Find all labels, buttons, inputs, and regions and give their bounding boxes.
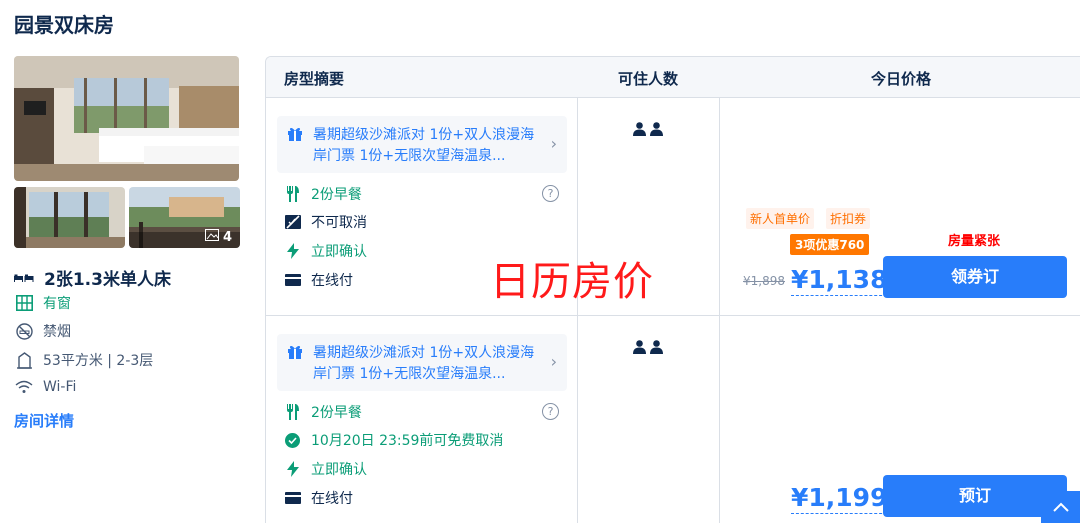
- card-icon: [284, 490, 301, 507]
- check-circle-icon: [284, 432, 301, 449]
- book-button[interactable]: 预订: [883, 475, 1067, 517]
- photo-count: 4: [204, 229, 232, 245]
- smoking-info: 禁烟: [14, 321, 71, 341]
- image-icon: [204, 229, 219, 245]
- current-price[interactable]: ¥1,138: [791, 265, 888, 296]
- guest-count-icon: [633, 340, 663, 354]
- breakfast-info: 2份早餐: [284, 402, 362, 422]
- back-to-top-button[interactable]: [1041, 491, 1080, 523]
- stock-note: 房量紧张: [948, 234, 1001, 249]
- chevron-right-icon: ›: [550, 134, 557, 153]
- new-user-tag: 新人首单价: [746, 208, 815, 229]
- overlay-caption: 日历房价: [490, 259, 654, 305]
- cutlery-icon: [284, 186, 301, 203]
- guest-count-icon: [633, 122, 663, 136]
- chevron-up-icon: [1052, 502, 1069, 512]
- area-floor-info: 53平方米 | 2-3层: [14, 350, 153, 370]
- card-icon: [284, 272, 301, 289]
- cancel-policy: 10月20日 23:59前可免费取消: [284, 430, 503, 450]
- rate-table: 房型摘要 可住人数 今日价格 暑期超级沙滩派对 1份+双人浪漫海岸门票 1份+无…: [265, 56, 1080, 523]
- area-icon: [14, 351, 34, 369]
- book-with-coupon-button[interactable]: 领券订: [883, 256, 1067, 298]
- original-price: ¥1,898: [743, 274, 785, 288]
- lightning-icon: [284, 461, 301, 478]
- rate-row: 暑期超级沙滩派对 1份+双人浪漫海岸门票 1份+无限次望海温泉... › 2份早…: [266, 316, 1080, 523]
- help-icon[interactable]: ?: [542, 185, 559, 202]
- room-card: 园景双床房 4 2张1.3米单人床 有窗 禁烟 53平方米 | 2-3层 Wi-…: [0, 0, 1080, 523]
- room-title: 园景双床房: [14, 13, 114, 37]
- package-info[interactable]: 暑期超级沙滩派对 1份+双人浪漫海岸门票 1份+无限次望海温泉... ›: [277, 334, 567, 391]
- no-cancel-icon: [284, 214, 301, 231]
- gift-icon: [287, 126, 303, 146]
- current-price[interactable]: ¥1,199: [791, 483, 888, 514]
- wifi-info: Wi-Fi: [14, 378, 76, 396]
- room-photo-thumb[interactable]: 4: [129, 187, 240, 248]
- help-icon[interactable]: ?: [542, 403, 559, 420]
- rate-row: 暑期超级沙滩派对 1份+双人浪漫海岸门票 1份+无限次望海温泉... › 2份早…: [266, 98, 1080, 316]
- table-header: 房型摘要 可住人数 今日价格: [266, 57, 1080, 98]
- room-details-link[interactable]: 房间详情: [14, 410, 74, 431]
- gift-icon: [287, 344, 303, 364]
- no-smoking-icon: [14, 322, 34, 340]
- package-info[interactable]: 暑期超级沙滩派对 1份+双人浪漫海岸门票 1份+无限次望海温泉... ›: [277, 116, 567, 173]
- window-icon: [14, 294, 34, 312]
- header-price: 今日价格: [871, 70, 932, 88]
- payment-info: 在线付: [284, 488, 353, 508]
- confirm-info: 立即确认: [284, 241, 367, 261]
- window-info: 有窗: [14, 293, 71, 313]
- cutlery-icon: [284, 404, 301, 421]
- confirm-info: 立即确认: [284, 459, 367, 479]
- header-room-summary: 房型摘要: [284, 70, 345, 88]
- wifi-icon: [14, 378, 34, 396]
- room-photo-main[interactable]: [14, 56, 239, 181]
- payment-info: 在线付: [284, 270, 353, 290]
- bed-info: 2张1.3米单人床: [14, 265, 171, 290]
- discount-badge[interactable]: 3项优惠760: [790, 234, 870, 255]
- room-photo-thumb[interactable]: [14, 187, 125, 248]
- chevron-right-icon: ›: [550, 352, 557, 371]
- breakfast-info: 2份早餐: [284, 184, 362, 204]
- header-occupancy: 可住人数: [618, 70, 679, 88]
- twin-bed-icon: [14, 269, 34, 287]
- lightning-icon: [284, 243, 301, 260]
- coupon-tag: 折扣券: [826, 208, 871, 229]
- cancel-policy: 不可取消: [284, 212, 367, 232]
